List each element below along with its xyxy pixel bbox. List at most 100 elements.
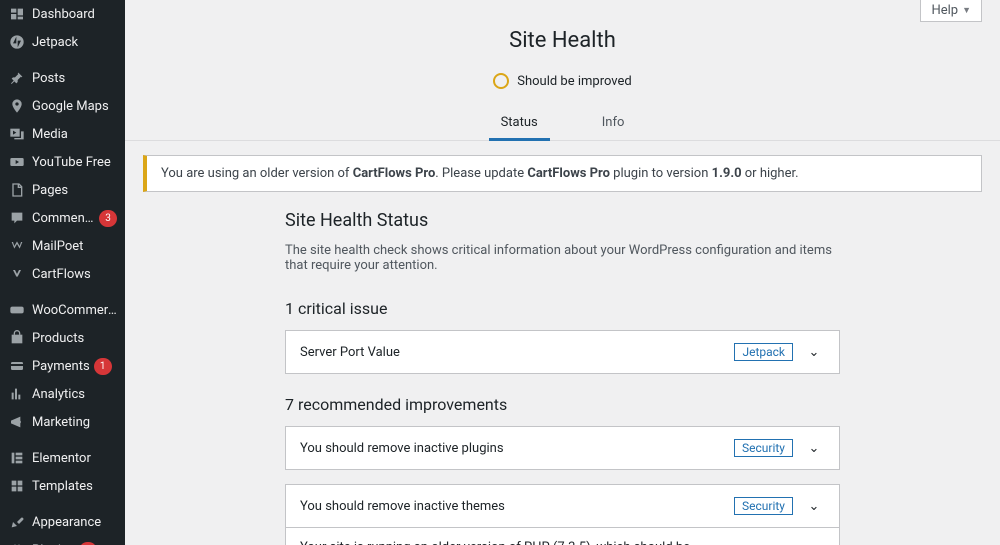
health-content: Site Health Status The site health check… [285,210,840,545]
issue-row[interactable]: You should remove inactive themesSecurit… [286,485,839,527]
issue-title: Your site is running an older version of… [300,540,708,545]
sidebar-item-label: WooCommerce [32,303,117,318]
page-icon [8,181,26,199]
admin-notice: You are using an older version of CartFl… [143,155,982,192]
mappin-icon [8,97,26,115]
recommended-list: You should remove inactive pluginsSecuri… [285,426,840,545]
issue-card: Your site is running an older version of… [285,527,840,545]
chevron-down-icon: ⌄ [803,441,825,456]
tab-info[interactable]: Info [590,107,637,141]
sidebar-item-plugins[interactable]: Plugins1 [0,536,125,545]
sidebar-item-products[interactable]: Products [0,324,125,352]
chevron-down-icon: ⌄ [803,345,825,360]
issue-title: Server Port Value [300,345,734,360]
section-desc: The site health check shows critical inf… [285,243,840,273]
status-ring-icon [493,73,509,89]
sidebar-item-label: Appearance [32,515,101,530]
sidebar-item-youtube-free[interactable]: YouTube Free [0,148,125,176]
sidebar-item-label: Google Maps [32,99,109,114]
analytics-icon [8,385,26,403]
sidebar-badge: 1 [79,542,97,545]
sidebar-item-mailpoet[interactable]: MailPoet [0,232,125,260]
sidebar-item-marketing[interactable]: Marketing [0,408,125,436]
issue-tag: Security [734,439,793,457]
page-title: Site Health [125,28,1000,53]
sidebar-separator [0,288,125,296]
sidebar-item-label: Comments [32,211,95,226]
cartflows-icon [8,265,26,283]
health-tabs: Status Info [125,107,1000,141]
sidebar-item-appearance[interactable]: Appearance [0,508,125,536]
comment-icon [8,209,26,227]
issue-card: You should remove inactive pluginsSecuri… [285,426,840,470]
sidebar-item-label: Products [32,331,84,346]
sidebar-item-posts[interactable]: Posts [0,64,125,92]
sidebar-item-comments[interactable]: Comments 3 [0,204,125,232]
issue-row[interactable]: Your site is running an older version of… [286,528,839,545]
sidebar-item-label: Dashboard [32,7,95,22]
sidebar-item-google-maps[interactable]: Google Maps [0,92,125,120]
mailpoet-icon [8,237,26,255]
chevron-down-icon: ▼ [962,5,971,16]
tab-status[interactable]: Status [489,107,550,141]
issue-title: You should remove inactive themes [300,499,734,514]
issue-card: Server Port Value Jetpack ⌄ [285,330,840,374]
marketing-icon [8,413,26,431]
sidebar-item-label: MailPoet [32,239,83,254]
jetpack-icon [8,33,26,51]
sidebar-item-label: Posts [32,71,65,86]
sidebar-item-label: CartFlows [32,267,91,282]
sidebar-item-analytics[interactable]: Analytics [0,380,125,408]
help-label: Help [931,3,958,18]
sidebar-item-woocommerce[interactable]: WooCommerce [0,296,125,324]
sidebar-item-templates[interactable]: Templates [0,472,125,500]
issue-tag: Security [734,497,793,515]
products-icon [8,329,26,347]
issue-tag: Jetpack [734,343,793,361]
sidebar-item-label: Media [32,127,68,142]
appearance-icon [8,513,26,531]
sidebar-separator [0,436,125,444]
chevron-down-icon: ⌄ [803,499,825,514]
section-heading: Site Health Status [285,210,840,231]
sidebar-item-label: Jetpack [32,35,78,50]
sidebar-item-payments[interactable]: Payments 1 [0,352,125,380]
media-icon [8,125,26,143]
pin-icon [8,69,26,87]
sidebar-separator [0,500,125,508]
sidebar-item-elementor[interactable]: Elementor [0,444,125,472]
health-status-indicator: Should be improved [125,73,1000,89]
sidebar-item-label: Templates [32,479,93,494]
status-label: Should be improved [517,74,632,89]
sidebar-item-label: Analytics [32,387,85,402]
issue-row[interactable]: Server Port Value Jetpack ⌄ [286,331,839,373]
youtube-icon [8,153,26,171]
sidebar-item-label: Marketing [32,415,90,430]
sidebar-item-label: Pages [32,183,68,198]
sidebar-item-media[interactable]: Media [0,120,125,148]
sidebar-item-cartflows[interactable]: CartFlows [0,260,125,288]
sidebar-item-jetpack[interactable]: Jetpack [0,28,125,56]
woo-icon [8,301,26,319]
sidebar-separator [0,56,125,64]
admin-sidebar: Dashboard Jetpack Posts Google Maps Media You… [0,0,125,545]
sidebar-item-dashboard[interactable]: Dashboard [0,0,125,28]
payments-icon [8,357,26,375]
issue-card: You should remove inactive themesSecurit… [285,484,840,528]
dashboard-icon [8,5,26,23]
sidebar-badge: 1 [94,358,112,375]
sidebar-badge: 3 [99,210,117,227]
issue-row[interactable]: You should remove inactive pluginsSecuri… [286,427,839,469]
recommended-heading: 7 recommended improvements [285,395,840,414]
sidebar-item-label: Elementor [32,451,91,466]
sidebar-item-label: YouTube Free [32,155,111,170]
help-tab[interactable]: Help ▼ [920,0,982,22]
templates-icon [8,477,26,495]
sidebar-item-label: Payments [32,359,90,374]
sidebar-item-pages[interactable]: Pages [0,176,125,204]
main-content: Help ▼ Site Health Should be improved St… [125,0,1000,545]
elementor-icon [8,449,26,467]
critical-heading: 1 critical issue [285,299,840,318]
issue-title: You should remove inactive plugins [300,441,734,456]
plugins-icon [8,541,26,545]
